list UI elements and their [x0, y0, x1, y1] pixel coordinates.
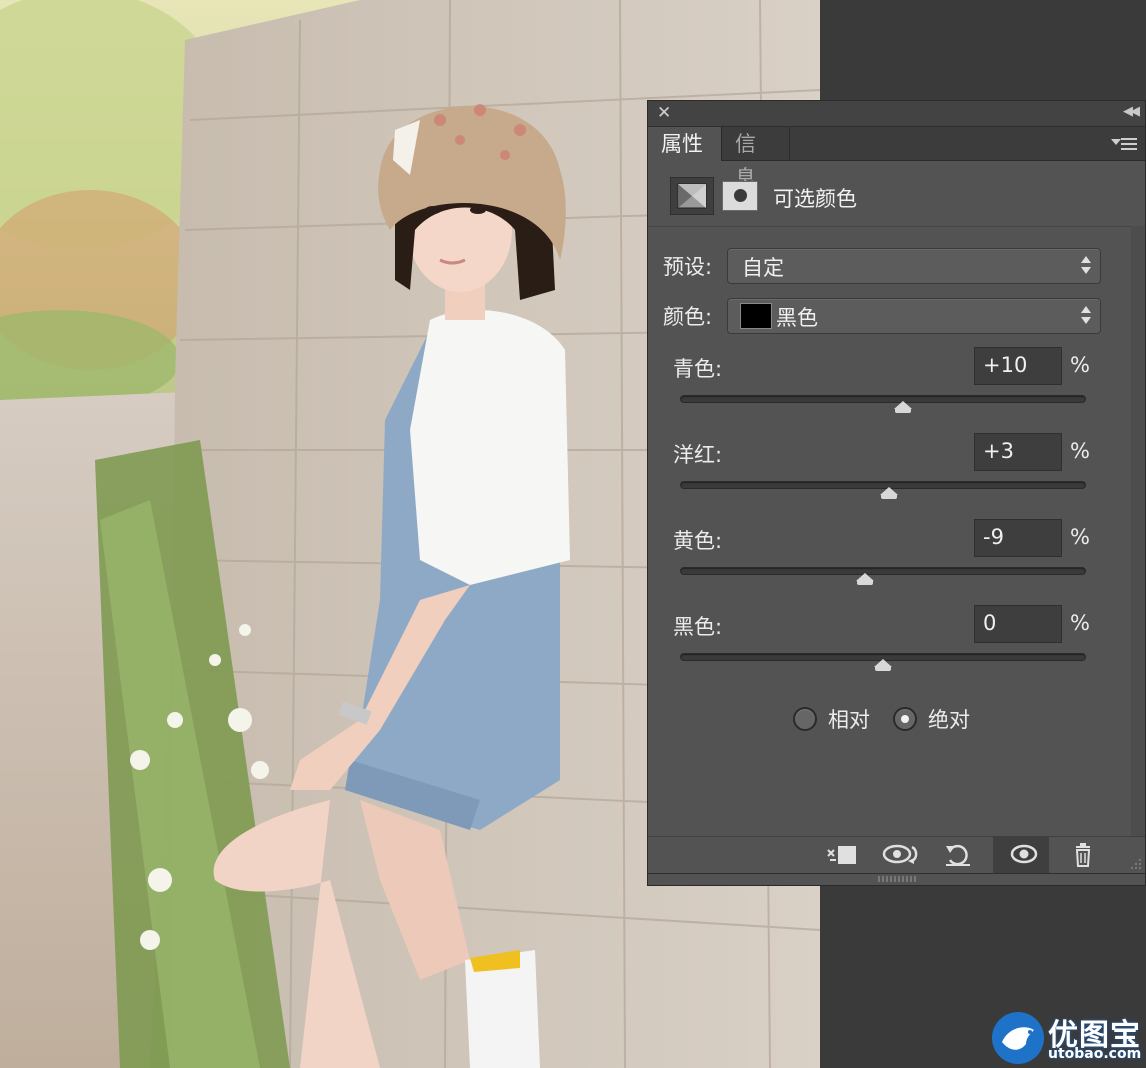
color-label: 颜色:: [663, 305, 713, 329]
slider-label: 黄色:: [673, 529, 723, 553]
percent-unit: %: [1070, 525, 1090, 549]
black-slider-track[interactable]: [680, 653, 1086, 671]
radio-relative-label: 相对: [828, 708, 870, 732]
radio-absolute-circle[interactable]: [893, 707, 917, 731]
eye-icon: [1010, 844, 1038, 864]
tab-properties[interactable]: 属性: [648, 127, 722, 161]
percent-unit: %: [1070, 611, 1090, 635]
toggle-visibility-button[interactable]: [1000, 836, 1046, 873]
bird-logo-icon: [992, 1012, 1044, 1064]
adjustment-title: 可选颜色: [773, 187, 857, 211]
yellow-input[interactable]: -9: [974, 519, 1062, 557]
clip-to-layer-icon: [827, 846, 856, 864]
dropdown-arrows-icon: [1081, 256, 1091, 276]
slider-label: 洋红:: [673, 443, 723, 467]
clip-to-layer-button[interactable]: [816, 836, 862, 873]
yellow-slider-thumb[interactable]: [855, 573, 874, 585]
black-input[interactable]: 0: [974, 605, 1062, 643]
eye-previous-icon: [882, 844, 918, 864]
resize-grip-icon[interactable]: [1125, 853, 1143, 871]
properties-panel: ✕ ◀◀ 属性 信息 可选颜色 预设: 自定 颜色: 黑色 青色: +10 % …: [647, 100, 1146, 886]
layer-mask-icon[interactable]: [722, 181, 758, 211]
cyan-input[interactable]: +10: [974, 347, 1062, 385]
panel-drag-grip[interactable]: [878, 876, 918, 882]
black-value: 0: [983, 611, 997, 635]
panel-titlebar: ✕ ◀◀: [648, 101, 1145, 127]
close-icon[interactable]: ✕: [657, 103, 671, 123]
radio-relative-circle[interactable]: [793, 707, 817, 731]
percent-unit: %: [1070, 353, 1090, 377]
cyan-slider-thumb[interactable]: [894, 401, 913, 413]
magenta-slider-track[interactable]: [680, 481, 1086, 499]
tab-info[interactable]: 信息: [722, 127, 790, 190]
collapse-panel-icon[interactable]: ◀◀: [1123, 104, 1140, 119]
cyan-slider-track[interactable]: [680, 395, 1086, 413]
preset-dropdown[interactable]: 自定: [727, 248, 1101, 284]
magenta-value: +3: [983, 439, 1014, 463]
preset-label: 预设:: [663, 255, 713, 279]
percent-unit: %: [1070, 439, 1090, 463]
view-previous-state-button[interactable]: [874, 836, 920, 873]
slider-label: 黑色:: [673, 615, 723, 639]
yellow-slider-track[interactable]: [680, 567, 1086, 585]
reset-button[interactable]: [934, 836, 980, 873]
slider-label: 青色:: [673, 357, 723, 381]
panel-menu-icon[interactable]: [1111, 136, 1137, 152]
radio-absolute-label: 绝对: [928, 708, 970, 732]
selective-color-icon[interactable]: [670, 177, 714, 215]
color-value: 黑色: [776, 306, 818, 330]
color-dropdown[interactable]: 黑色: [727, 298, 1101, 334]
yellow-value: -9: [983, 525, 1004, 549]
magenta-slider-thumb[interactable]: [880, 487, 899, 499]
watermark: 优图宝 utobao.com: [990, 1006, 1146, 1068]
panel-tabbar: 属性 信息: [648, 127, 1145, 190]
color-swatch: [740, 303, 772, 329]
dropdown-arrows-icon: [1081, 306, 1091, 326]
reset-icon: [946, 844, 970, 866]
watermark-url: utobao.com: [1048, 1046, 1142, 1062]
delete-adjustment-button[interactable]: [1060, 836, 1106, 873]
black-slider-thumb[interactable]: [874, 659, 892, 671]
cyan-value: +10: [983, 353, 1028, 377]
panel-scrollbar[interactable]: [1131, 226, 1145, 836]
preset-value: 自定: [742, 256, 784, 280]
magenta-input[interactable]: +3: [974, 433, 1062, 471]
trash-icon: [1075, 843, 1091, 867]
